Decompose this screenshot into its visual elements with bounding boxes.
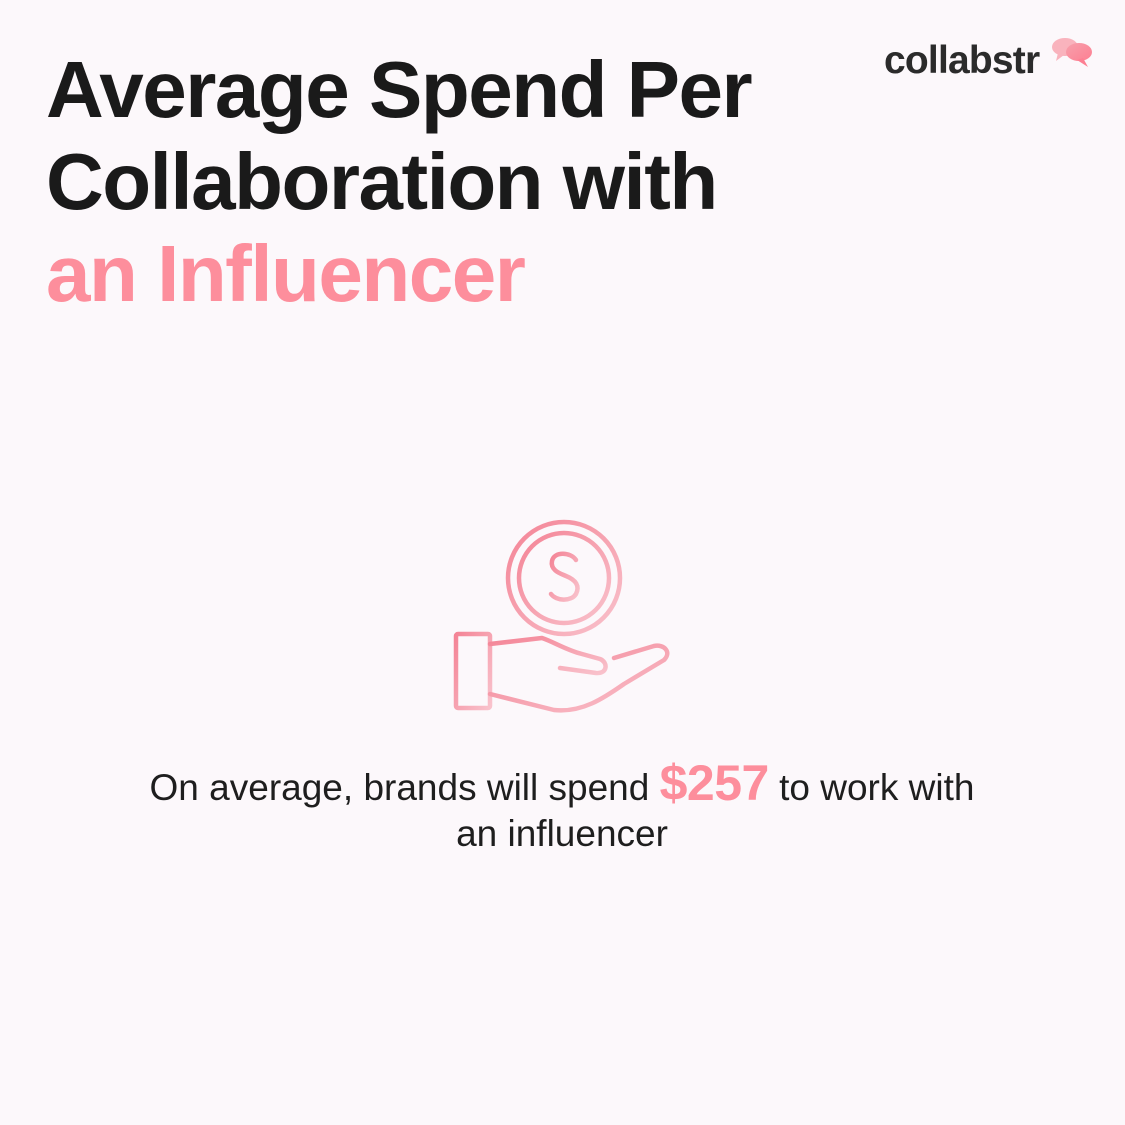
title-line-1: Average Spend Per bbox=[46, 45, 753, 134]
title-line-2: Collaboration with bbox=[46, 137, 718, 226]
caption-text-before: On average, brands will spend bbox=[149, 767, 650, 808]
page-title: Average Spend Per Collaboration with an … bbox=[46, 44, 753, 320]
caption-text-after: to work with bbox=[779, 767, 975, 808]
summary-caption: On average, brands will spend $257 to wo… bbox=[62, 758, 1062, 857]
brand-wordmark: collabstr bbox=[884, 39, 1040, 82]
title-line-3-highlight: an Influencer bbox=[46, 229, 526, 318]
average-spend-amount: $257 bbox=[659, 755, 770, 811]
caption-text-line2: an influencer bbox=[456, 813, 668, 854]
speech-bubbles-icon bbox=[1052, 38, 1092, 67]
hand-holding-coin-icon bbox=[453, 465, 670, 713]
brand-logo: collabstr bbox=[884, 36, 1104, 86]
